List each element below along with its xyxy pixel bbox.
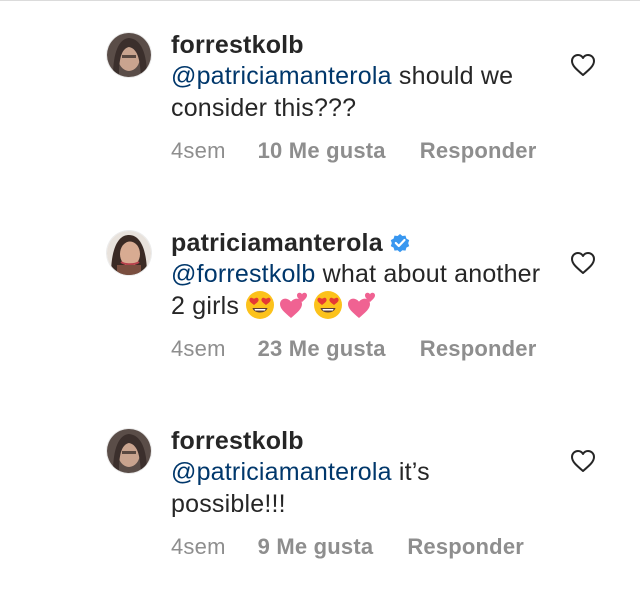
heart-eyes-emoji [246, 291, 275, 320]
heart-outline-icon[interactable] [570, 251, 596, 275]
timestamp[interactable]: 4sem [171, 138, 226, 164]
username-row: patriciamanterola [171, 226, 411, 260]
mention-link[interactable]: @patriciamanterola [171, 62, 392, 90]
heart-eyes-emoji [314, 291, 343, 320]
likes-count[interactable]: 9 Me gusta [258, 534, 374, 560]
reply-button[interactable]: Responder [420, 138, 537, 164]
reply-button[interactable]: Responder [407, 534, 524, 560]
comment-item: forrestkolb @patriciamanterola should we… [0, 0, 640, 170]
timestamp[interactable]: 4sem [171, 336, 226, 362]
heart-outline-icon[interactable] [570, 449, 596, 473]
mention-link[interactable]: @patriciamanterola [171, 458, 392, 486]
likes-count[interactable]: 10 Me gusta [258, 138, 386, 164]
verified-badge-icon [390, 234, 410, 253]
username-row: forrestkolb [171, 424, 304, 458]
comment-item: patriciamanterola @forrestkolb what abou… [0, 198, 640, 368]
avatar-image [107, 429, 151, 473]
username[interactable]: forrestkolb [171, 31, 304, 60]
username[interactable]: forrestkolb [171, 427, 304, 456]
avatar-image [107, 231, 151, 275]
comment-item: forrestkolb @patriciamanterola it’s poss… [0, 396, 640, 566]
timestamp[interactable]: 4sem [171, 534, 226, 560]
two-hearts-emoji [348, 293, 376, 319]
avatar[interactable] [107, 33, 151, 77]
likes-count[interactable]: 23 Me gusta [258, 336, 386, 362]
avatar-image [107, 33, 151, 77]
emoji-group [245, 290, 377, 320]
reply-button[interactable]: Responder [420, 336, 537, 362]
comment-meta: 4sem 9 Me gusta Responder [171, 534, 524, 560]
comment-text: @patriciamanterola should we consider th… [171, 60, 551, 124]
comment-meta: 4sem 10 Me gusta Responder [171, 138, 536, 164]
mention-link[interactable]: @forrestkolb [171, 260, 316, 288]
comment-text: @patriciamanterola it’s possible!!! [171, 456, 551, 520]
comment-text: @forrestkolb what about another 2 girls [171, 258, 551, 322]
username[interactable]: patriciamanterola [171, 229, 383, 258]
avatar[interactable] [107, 429, 151, 473]
username-row: forrestkolb [171, 28, 304, 62]
avatar[interactable] [107, 231, 151, 275]
comment-meta: 4sem 23 Me gusta Responder [171, 336, 536, 362]
two-hearts-emoji [280, 293, 308, 319]
heart-outline-icon[interactable] [570, 53, 596, 77]
